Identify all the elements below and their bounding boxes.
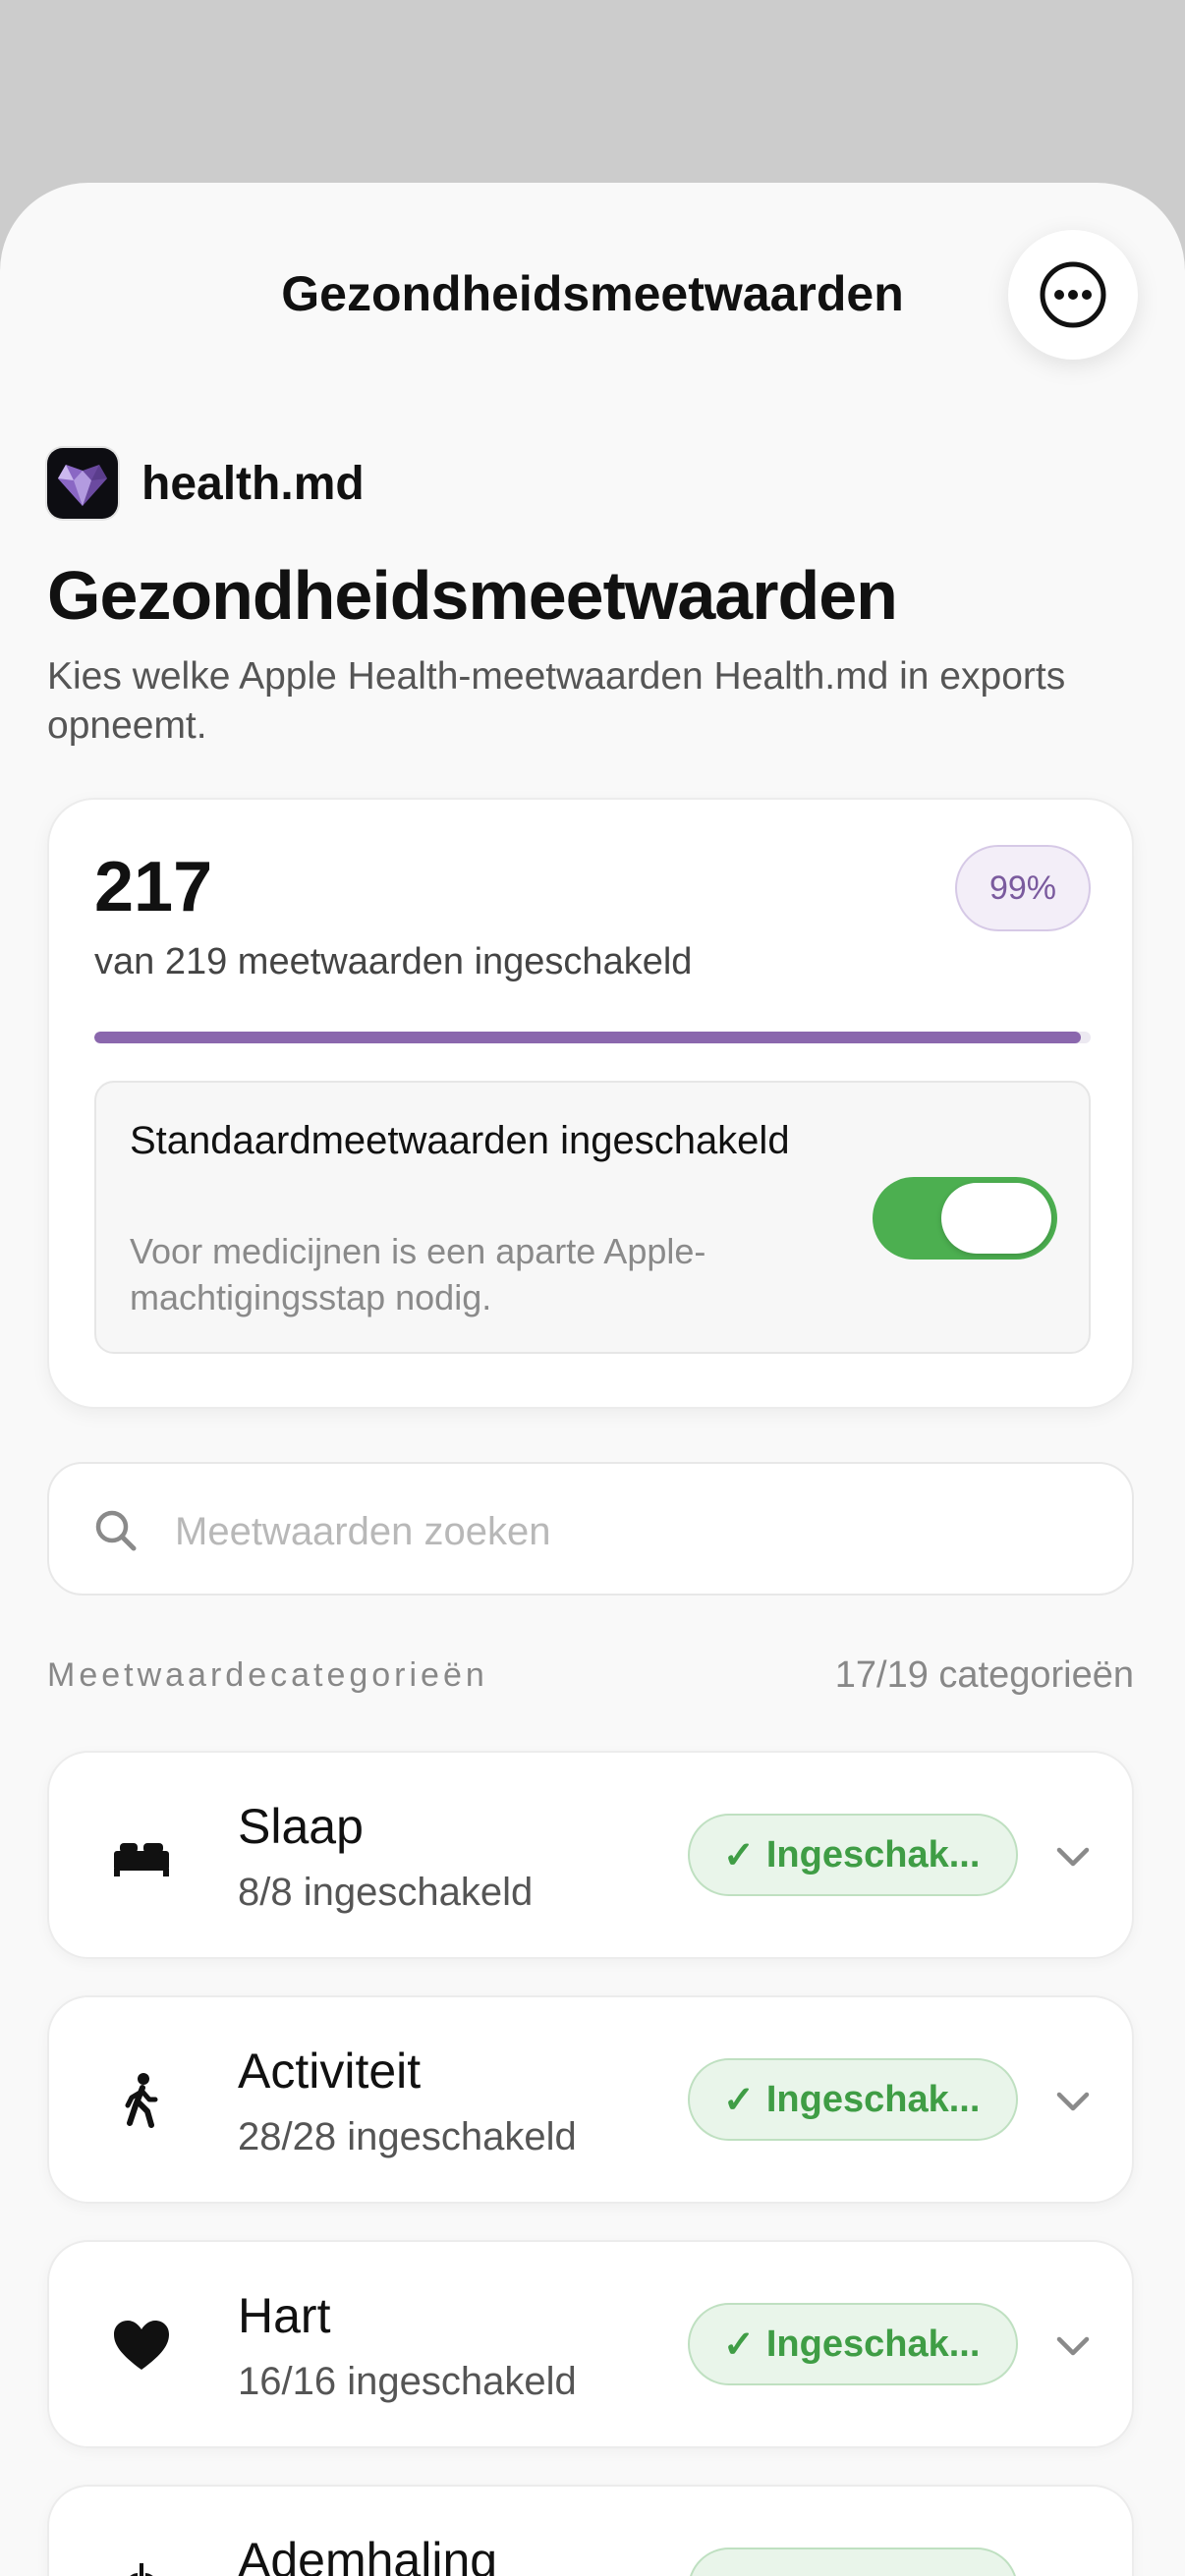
chevron-down-icon[interactable]: [1051, 2324, 1095, 2368]
category-card-respiratory[interactable]: Ademhaling: [47, 2485, 1134, 2576]
ellipsis-circle-icon: [1040, 261, 1106, 328]
category-count: 16/16 ingeschakeld: [238, 2360, 577, 2403]
bed-icon: [114, 1843, 169, 1876]
enabled-count-description: van 219 meetwaarden ingeschakeld: [94, 941, 693, 982]
category-name: Hart: [238, 2288, 331, 2343]
lungs-icon: [130, 2563, 153, 2576]
search-input[interactable]: [173, 1493, 1100, 1570]
defaults-box: Standaardmeetwaarden ingeschakeld Voor m…: [94, 1081, 1091, 1354]
category-card-activity[interactable]: Activiteit 28/28 ingeschakeld ✓ Ingescha…: [47, 1995, 1134, 2204]
search-icon: [95, 1510, 137, 1551]
progress-fill: [94, 1032, 1081, 1043]
category-name: Ademhaling: [238, 2533, 498, 2576]
app-row: health.md: [47, 448, 365, 519]
sheet: Gezondheidsmeetwaarden health.md Gezondh…: [0, 183, 1185, 2576]
page-title: Gezondheidsmeetwaarden: [47, 557, 898, 634]
category-status-badge[interactable]: ✓ Ingeschak...: [688, 1814, 1018, 1896]
categories-section-label: Meetwaardecategorieën: [47, 1656, 488, 1694]
category-status-label: Ingeschak...: [765, 2323, 981, 2365]
category-status-badge[interactable]: [688, 2548, 1018, 2576]
checkmark-icon: ✓: [723, 1834, 755, 1876]
category-count: 8/8 ingeschakeld: [238, 1871, 534, 1914]
heart-icon: [114, 2321, 169, 2370]
toggle-knob: [941, 1183, 1051, 1254]
chevron-down-icon[interactable]: [1051, 1835, 1095, 1878]
app-icon: [47, 448, 118, 519]
progress-bar: [94, 1032, 1091, 1043]
percent-badge: 99%: [955, 845, 1091, 931]
category-status-label: Ingeschak...: [765, 2078, 981, 2120]
defaults-note: Voor medicijnen is een aparte Apple-mach…: [130, 1231, 706, 1317]
app-name: health.md: [141, 457, 365, 510]
category-status-label: Ingeschak...: [765, 1833, 981, 1876]
defaults-title: Standaardmeetwaarden ingeschakeld: [130, 1119, 790, 1162]
enabled-count: 217: [94, 848, 213, 926]
checkmark-icon: ✓: [723, 2079, 755, 2121]
category-status-badge[interactable]: ✓ Ingeschak...: [688, 2058, 1018, 2141]
checkmark-icon: ✓: [723, 2324, 755, 2366]
purple-heart-gem-icon: [58, 465, 107, 506]
category-name: Slaap: [238, 1799, 364, 1854]
figure-walk-icon: [125, 2073, 158, 2128]
category-count: 28/28 ingeschakeld: [238, 2115, 577, 2158]
category-card-sleep[interactable]: Slaap 8/8 ingeschakeld ✓ Ingeschak...: [47, 1751, 1134, 1959]
defaults-toggle[interactable]: [873, 1177, 1057, 1260]
chevron-down-icon[interactable]: [1051, 2080, 1095, 2123]
category-card-heart[interactable]: Hart 16/16 ingeschakeld ✓ Ingeschak...: [47, 2240, 1134, 2448]
category-name: Activiteit: [238, 2044, 422, 2099]
page-subtitle: Kies welke Apple Health-meetwaarden Heal…: [47, 655, 1066, 747]
category-status-badge[interactable]: ✓ Ingeschak...: [688, 2303, 1018, 2385]
categories-section-count: 17/19 categorieën: [834, 1654, 1134, 1696]
summary-card: 217 van 219 meetwaarden ingeschakeld 99%…: [47, 798, 1134, 1409]
search-box: [47, 1462, 1134, 1596]
more-button[interactable]: [1008, 230, 1138, 360]
